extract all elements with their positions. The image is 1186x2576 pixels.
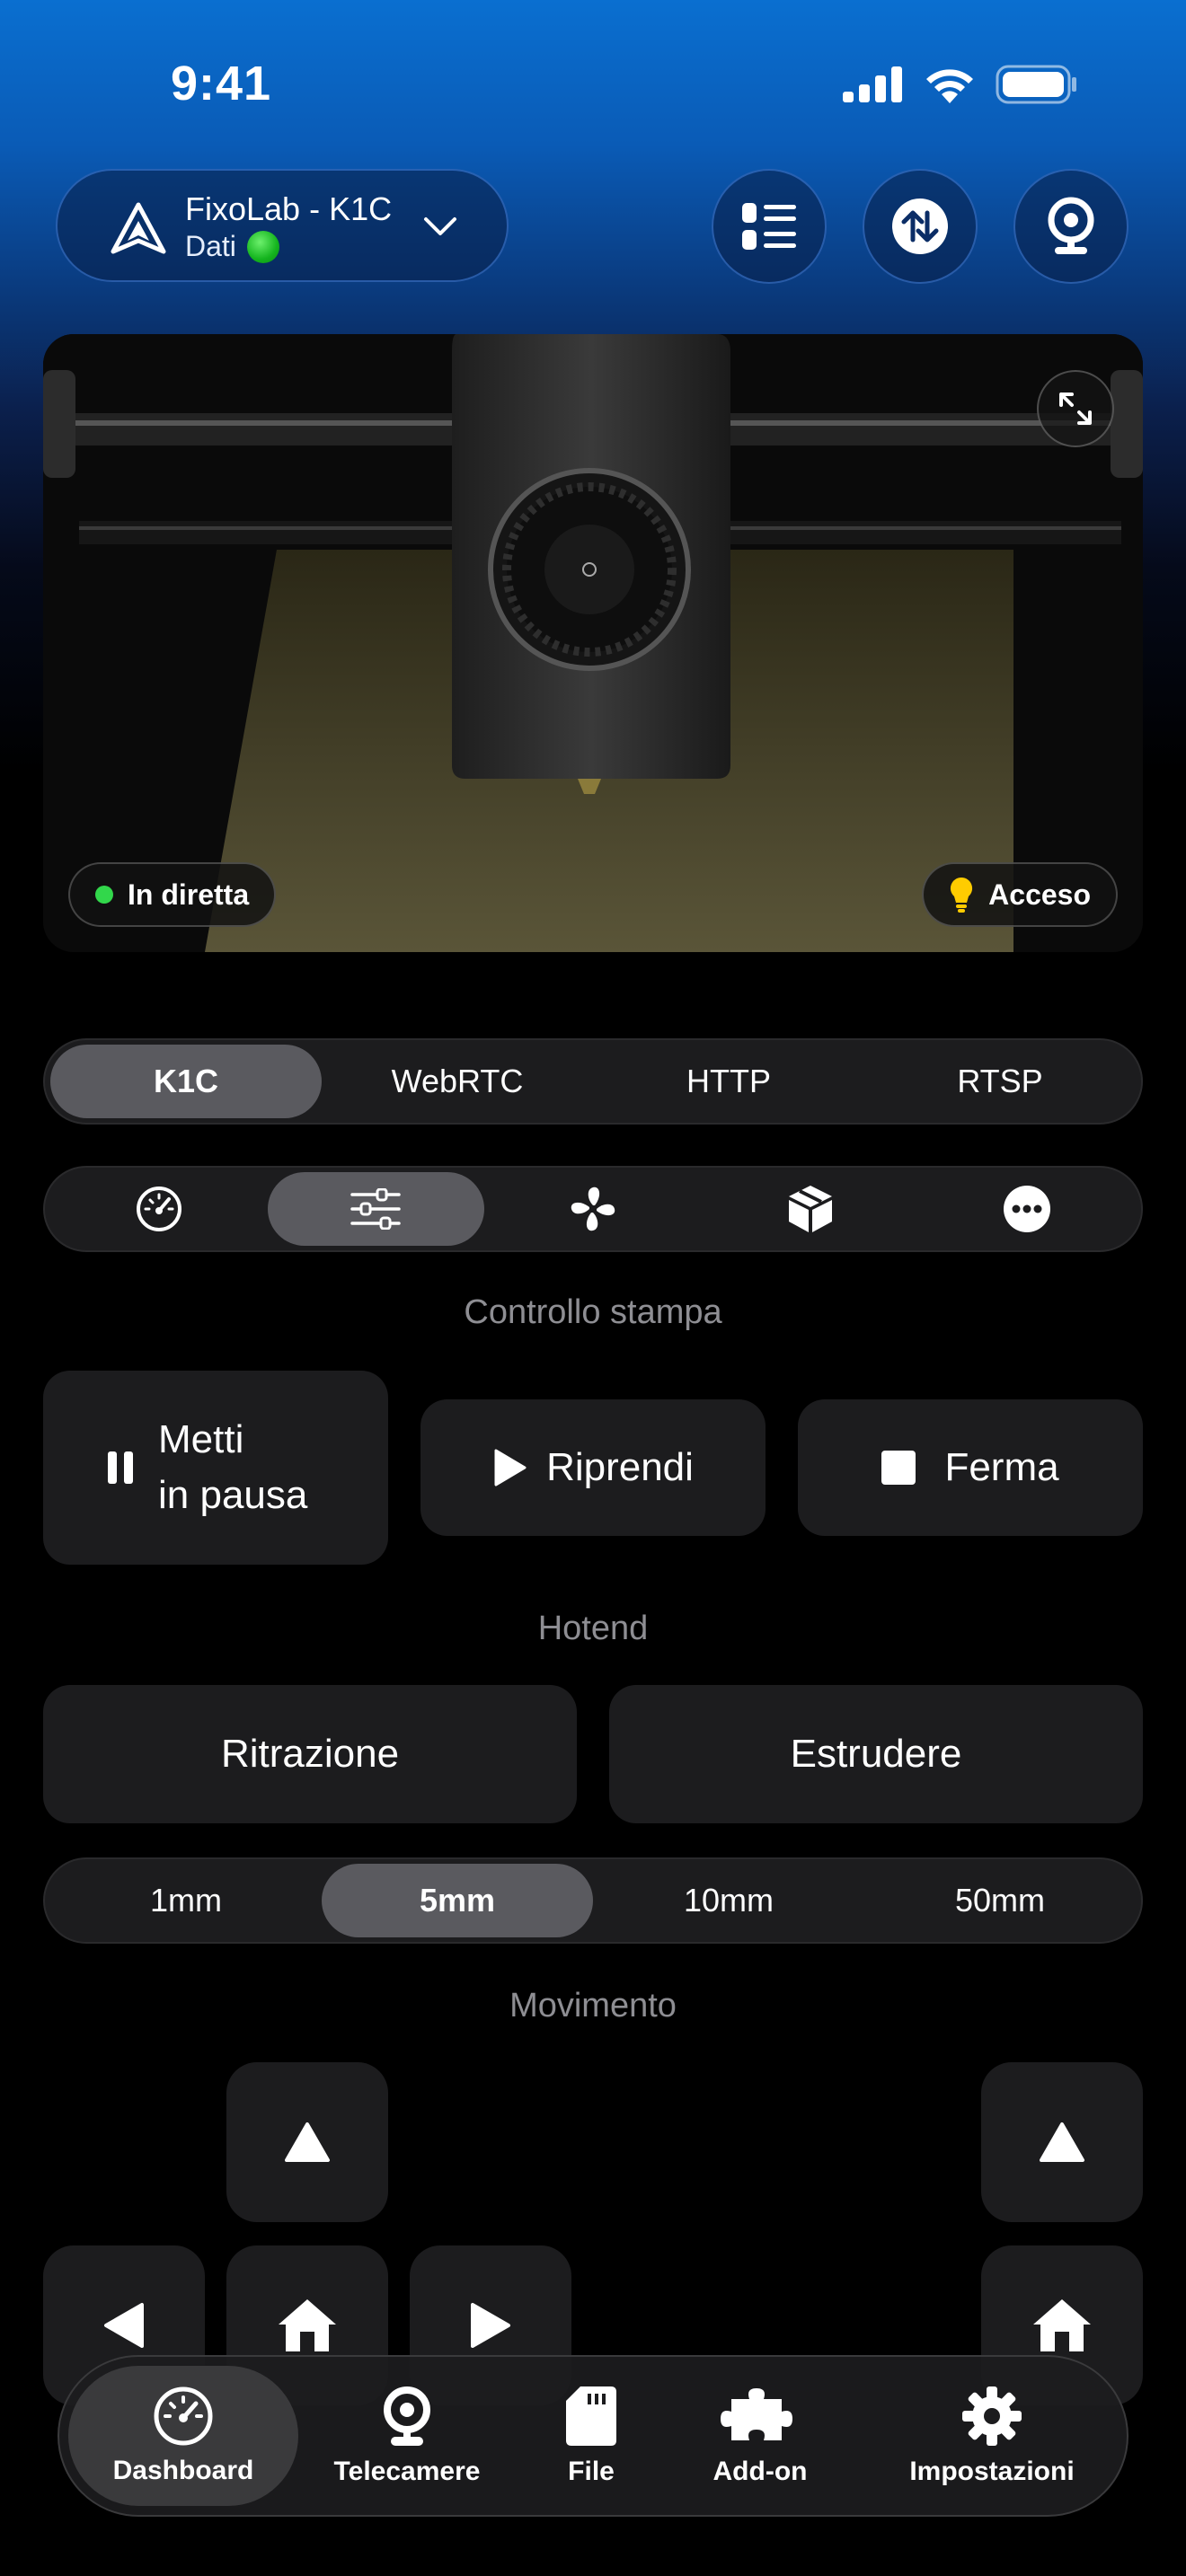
tab-addons[interactable]: Add-on [679, 2366, 841, 2506]
more-icon [1004, 1186, 1051, 1232]
expand-icon [1059, 393, 1092, 425]
pause-button[interactable]: Metti in pausa [43, 1371, 388, 1565]
list-icon [742, 203, 796, 250]
printer-status-label: Dati [185, 230, 236, 262]
tab-fan[interactable] [484, 1172, 702, 1246]
distance-selector: 1mm 5mm 10mm 50mm [43, 1857, 1143, 1944]
retract-button[interactable]: Ritrazione [43, 1685, 577, 1823]
tab-dashboard[interactable]: Dashboard [68, 2366, 298, 2506]
printer-name: FixoLab - K1C [185, 190, 393, 227]
stream-tab-rtsp[interactable]: RTSP [864, 1045, 1136, 1118]
tab-settings-label: Impostazioni [909, 2457, 1075, 2486]
webcam-button[interactable] [1013, 169, 1128, 284]
light-toggle[interactable]: Acceso [922, 862, 1118, 927]
status-icons [843, 65, 1078, 104]
pause-icon [108, 1451, 133, 1484]
tab-files[interactable]: File [519, 2366, 663, 2506]
resume-label: Riprendi [546, 1445, 694, 1489]
webcam-icon [1048, 197, 1094, 254]
live-dot-icon [95, 886, 113, 904]
resume-button[interactable]: Riprendi [420, 1399, 766, 1536]
arrow-up-icon [285, 2122, 330, 2162]
chevron-down-icon [424, 217, 456, 235]
printer-status: Dati [185, 230, 279, 263]
transfer-button[interactable] [863, 169, 978, 284]
list-view-button[interactable] [712, 169, 827, 284]
tab-dashboard-gauge[interactable] [50, 1172, 268, 1246]
tab-more[interactable] [918, 1172, 1136, 1246]
signal-icon [843, 66, 902, 102]
lightbulb-icon [951, 877, 973, 913]
tab-settings[interactable]: Impostazioni [886, 2366, 1098, 2506]
control-tabs [43, 1166, 1143, 1252]
tab-controls[interactable] [267, 1172, 485, 1246]
tab-filament[interactable] [702, 1172, 919, 1246]
play-icon [494, 1449, 527, 1486]
pause-label: Metti in pausa [158, 1412, 307, 1523]
bottom-tab-bar: Dashboard Telecamere File Add-on Imposta… [58, 2355, 1128, 2517]
stream-selector: K1C WebRTC HTTP RTSP [43, 1038, 1143, 1125]
tab-cameras[interactable]: Telecamere [313, 2366, 501, 2506]
light-label: Acceso [988, 878, 1091, 911]
gauge-icon [136, 1187, 181, 1231]
printer-camera-image [43, 334, 1143, 952]
stop-button[interactable]: Ferma [798, 1399, 1143, 1536]
tab-files-label: File [568, 2457, 615, 2486]
sliders-icon [350, 1188, 402, 1230]
gear-icon [962, 2386, 1022, 2446]
distance-5mm[interactable]: 5mm [322, 1864, 593, 1937]
move-y-up-button[interactable] [226, 2062, 388, 2222]
distance-10mm[interactable]: 10mm [593, 1864, 864, 1937]
home-icon [279, 2299, 336, 2351]
arrow-up-icon [1040, 2122, 1084, 2162]
printer-selector[interactable]: FixoLab - K1C Dati [56, 169, 509, 282]
section-movement: Movimento [509, 1987, 677, 2025]
printer-logo-icon [111, 202, 166, 254]
cube-icon [788, 1186, 832, 1232]
move-z-up-button[interactable] [981, 2062, 1143, 2222]
pause-label-line2: in pausa [158, 1473, 308, 1517]
status-time: 9:41 [171, 57, 272, 110]
tab-dashboard-label: Dashboard [112, 2456, 254, 2485]
distance-1mm[interactable]: 1mm [50, 1864, 322, 1937]
gauge-icon [154, 2386, 213, 2446]
distance-50mm[interactable]: 50mm [864, 1864, 1136, 1937]
fullscreen-button[interactable] [1037, 370, 1114, 447]
extrude-button[interactable]: Estrudere [609, 1685, 1143, 1823]
status-online-icon [246, 230, 279, 263]
arrow-right-icon [471, 2303, 510, 2348]
stream-tab-k1c[interactable]: K1C [50, 1045, 322, 1118]
puzzle-piece-icon [721, 2388, 792, 2440]
tab-cameras-label: Telecamere [333, 2457, 481, 2486]
stop-icon [881, 1451, 916, 1485]
fan-icon [571, 1187, 615, 1231]
stop-label: Ferma [944, 1445, 1059, 1489]
webcam-icon [384, 2386, 430, 2446]
section-hotend: Hotend [537, 1610, 649, 1647]
stream-tab-http[interactable]: HTTP [593, 1045, 864, 1118]
arrow-left-icon [104, 2303, 144, 2348]
section-print-control: Controllo stampa [464, 1293, 722, 1331]
wifi-icon [926, 69, 973, 103]
arrows-up-down-icon [892, 198, 948, 254]
tab-addons-label: Add-on [712, 2457, 808, 2486]
sd-card-icon [566, 2386, 616, 2446]
stream-tab-webrtc[interactable]: WebRTC [322, 1045, 593, 1118]
battery-icon [996, 65, 1076, 104]
home-icon [1033, 2299, 1091, 2351]
pause-label-line1: Metti [158, 1417, 244, 1461]
live-label: In diretta [128, 878, 250, 911]
live-badge: In diretta [68, 862, 277, 927]
camera-feed[interactable]: In diretta Acceso [43, 334, 1143, 952]
